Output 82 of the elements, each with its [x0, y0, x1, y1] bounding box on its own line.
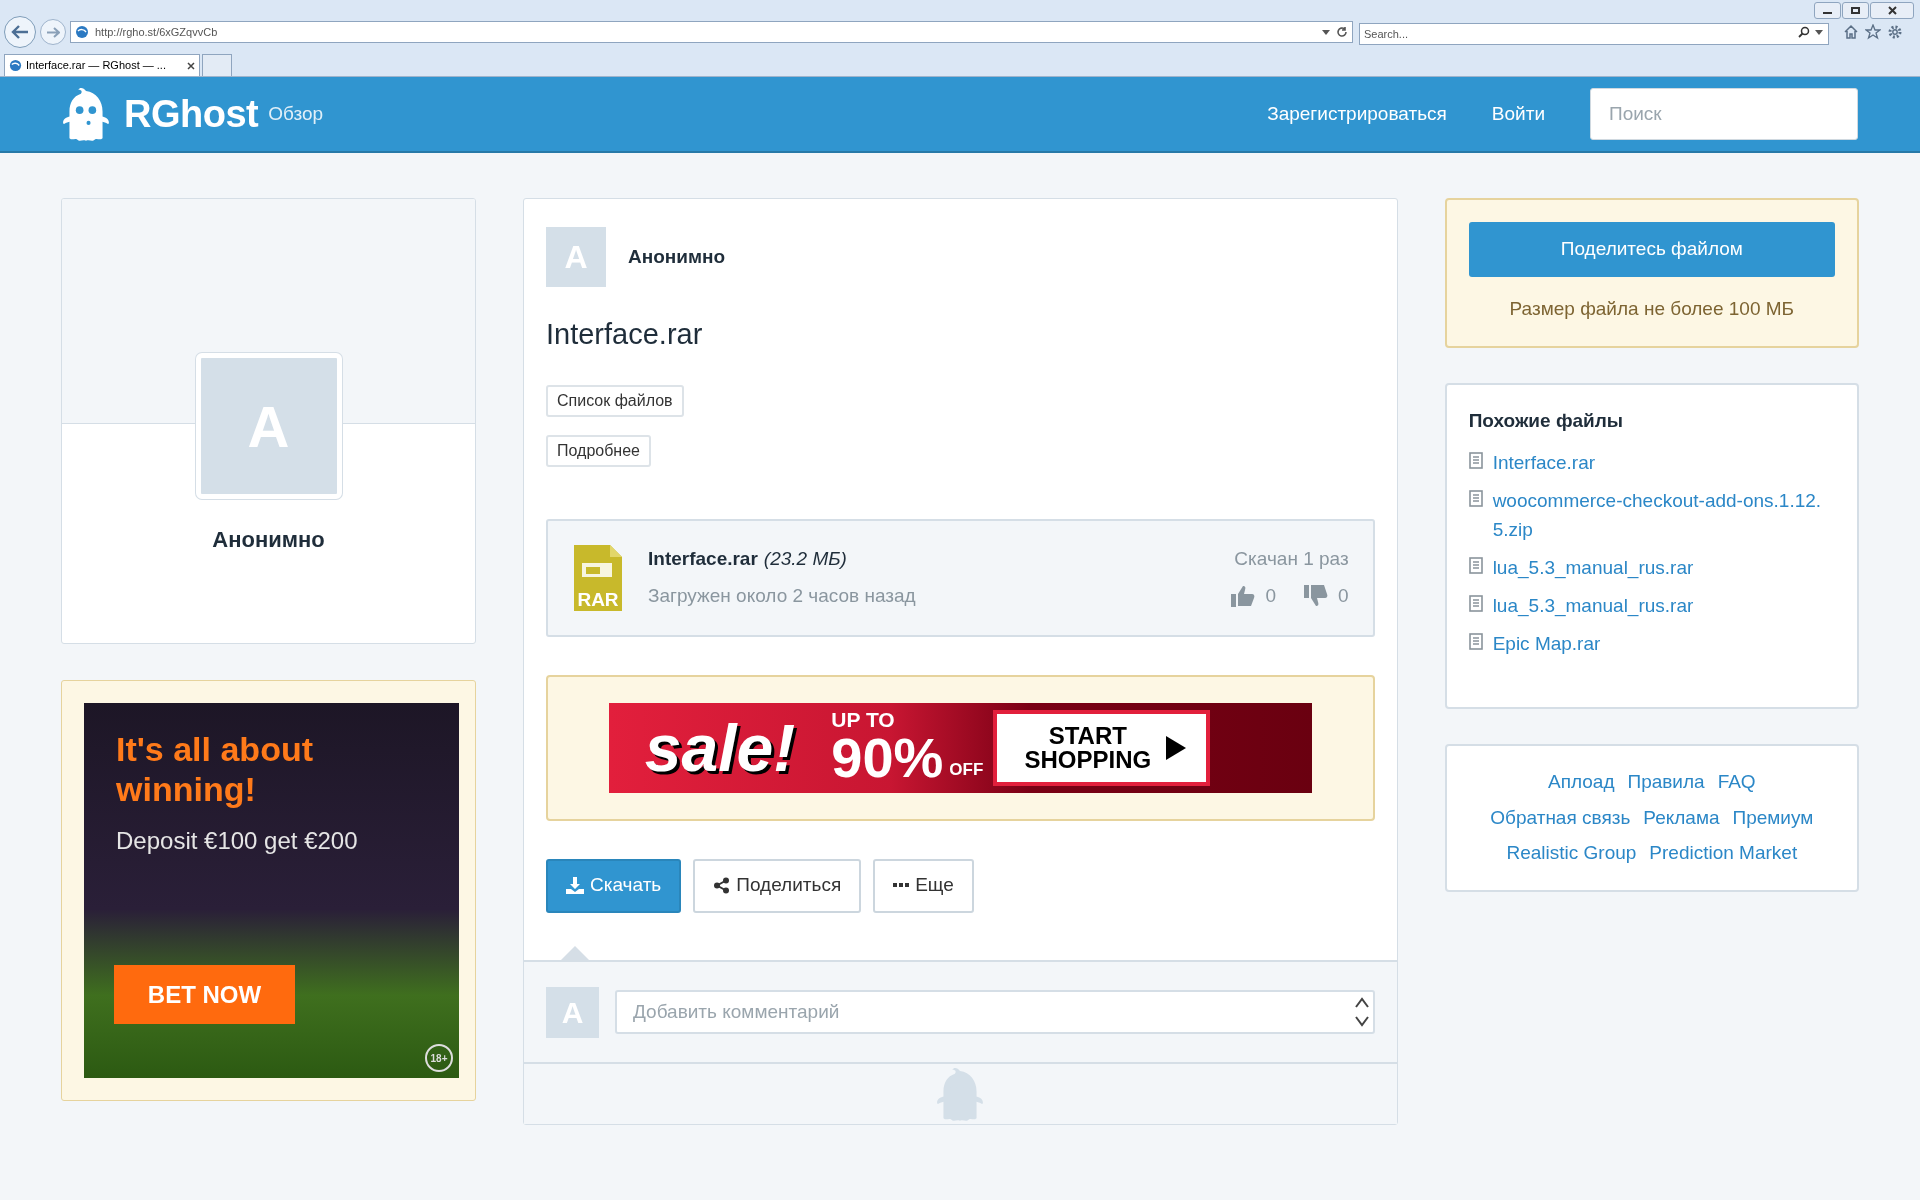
footer-link[interactable]: Аплоад	[1548, 768, 1615, 797]
footer-link[interactable]: Правила	[1627, 768, 1705, 797]
share-button[interactable]: Поделиться	[693, 858, 862, 913]
ad-percent-text: 90%	[831, 730, 944, 786]
ad-up-to-text: UP TO	[831, 709, 896, 730]
archive-file-icon: RAR	[572, 542, 624, 613]
document-icon	[1468, 451, 1483, 469]
file-link[interactable]: Interface.rar	[1492, 447, 1833, 477]
file-link[interactable]: lua_5.3_manual_rus.rar	[1492, 590, 1833, 620]
file-link[interactable]: lua_5.3_manual_rus.rar	[1492, 552, 1833, 582]
ad-cta-text: START SHOPPING	[1023, 723, 1153, 772]
footer-link[interactable]: Realistic Group	[1506, 839, 1637, 868]
search-field[interactable]: Search...	[1359, 23, 1829, 45]
document-icon	[1468, 556, 1483, 574]
start-shopping-button[interactable]: START SHOPPING	[993, 709, 1211, 786]
share-file-button[interactable]: Поделитесь файлом	[1468, 222, 1835, 277]
left-arrow-icon	[11, 25, 29, 39]
document-icon	[1468, 632, 1483, 650]
refresh-icon	[1336, 26, 1348, 38]
ad-sale-text: sale!	[644, 714, 796, 781]
tag-button[interactable]: Список файлов	[546, 384, 684, 417]
right-arrow-icon	[46, 26, 60, 38]
more-button[interactable]: Еще	[873, 858, 974, 913]
ad-offer: Deposit €100 get €200	[116, 826, 358, 856]
settings-icon[interactable]	[1887, 24, 1903, 40]
close-button[interactable]	[1870, 2, 1914, 19]
upload-time: Загружен около 2 часов назад	[648, 583, 917, 608]
dropdown-icon[interactable]	[1815, 29, 1823, 35]
logo-text[interactable]: RGhost	[124, 85, 259, 143]
ellipsis-icon	[893, 883, 910, 888]
file-title: Interface.rar	[546, 317, 704, 352]
section-title: Похожие файлы	[1468, 409, 1625, 433]
document-icon	[1468, 594, 1483, 612]
star-icon[interactable]	[1865, 24, 1881, 40]
file-size-limit: Размер файла не более 100 МБ	[1509, 297, 1795, 321]
footer-link[interactable]: Премиум	[1732, 803, 1814, 833]
close-icon	[1887, 6, 1897, 15]
download-icon	[566, 877, 584, 894]
share-icon	[713, 877, 731, 894]
dislike-count: 0	[1338, 583, 1349, 608]
tag-button[interactable]: Подробнее	[546, 434, 651, 467]
search-field[interactable]: Поиск	[1590, 88, 1858, 140]
like-count: 0	[1265, 583, 1277, 608]
search-icon[interactable]	[1798, 26, 1810, 38]
footer-link[interactable]: Обратная связь	[1490, 803, 1631, 833]
globe-icon	[9, 59, 22, 72]
file-name: Interface.rar	[648, 547, 758, 571]
file-link[interactable]: woocommerce-checkout-add-ons.1.12.5.zip	[1492, 485, 1833, 544]
footer-link[interactable]: Реклама	[1643, 803, 1720, 833]
footer-link[interactable]: Prediction Market	[1649, 839, 1798, 868]
dropdown-icon[interactable]	[1322, 29, 1330, 35]
nav-link[interactable]: Обзор	[268, 99, 324, 129]
minimize-button[interactable]	[1814, 2, 1841, 19]
ad-headline: It's all about winning!	[116, 729, 314, 809]
nav-link[interactable]: Зарегистрироваться	[1267, 99, 1447, 129]
comment-field[interactable]: Добавить комментарий	[615, 990, 1375, 1034]
file-size: (23.2 МБ)	[763, 547, 847, 571]
ad-off-text: OFF	[949, 758, 984, 781]
restore-button[interactable]	[1842, 2, 1869, 19]
bet-now-button[interactable]: BET NOW	[114, 965, 295, 1024]
age-badge: 18+	[425, 1044, 453, 1072]
thumbs-up-icon[interactable]	[1231, 584, 1256, 607]
download-button[interactable]: Скачать	[546, 858, 682, 913]
user-name: Анонимно	[212, 526, 325, 554]
home-icon[interactable]	[1843, 24, 1859, 40]
tab-title: Interface.rar — RGhost — ...	[26, 58, 167, 74]
document-icon	[1468, 489, 1483, 507]
close-icon[interactable]	[187, 61, 195, 70]
browser-tab[interactable]: Interface.rar — RGhost — ...	[4, 54, 200, 76]
footer-link[interactable]: FAQ	[1717, 768, 1756, 797]
advertisement-banner[interactable]: It's all about winning! Deposit €100 get €200 BET NOW 18+	[84, 703, 459, 1078]
globe-icon	[75, 25, 89, 39]
nav-link[interactable]: Войти	[1491, 99, 1545, 129]
back-button[interactable]	[4, 16, 36, 48]
url-text: http://rgho.st/6xGZqvvCb	[95, 24, 219, 40]
download-count: Скачан 1 раз	[1234, 547, 1349, 571]
ghost-logo-icon	[60, 86, 112, 142]
thumbs-down-icon[interactable]	[1304, 584, 1329, 607]
file-link[interactable]: Epic Map.rar	[1492, 628, 1833, 658]
address-bar[interactable]: http://rgho.st/6xGZqvvCb	[70, 21, 1353, 43]
play-icon	[1165, 735, 1186, 760]
author-name: Анонимно	[628, 244, 726, 269]
